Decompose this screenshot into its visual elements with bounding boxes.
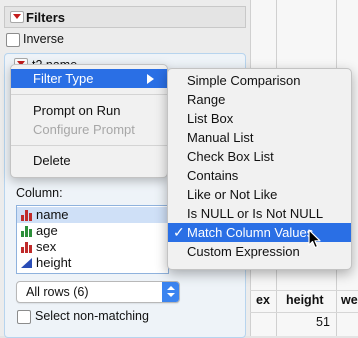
menu-item-label: Match Column Values xyxy=(187,225,314,240)
menu-item-delete[interactable]: Delete xyxy=(11,151,167,170)
menu-item-simple-comparison[interactable]: Simple Comparison xyxy=(168,71,351,90)
menu-item-label: Delete xyxy=(33,153,71,168)
menu-item-label: Filter Type xyxy=(33,71,94,86)
column-list-item[interactable]: age xyxy=(17,223,168,239)
disclosure-triangle-icon[interactable] xyxy=(10,11,24,23)
menu-item-list-box[interactable]: List Box xyxy=(168,109,351,128)
continuous-blue-triangle-icon xyxy=(21,258,32,268)
menu-item-filter-type[interactable]: Filter Type xyxy=(11,69,167,88)
menu-item-match-column-values[interactable]: ✓ Match Column Values xyxy=(168,223,351,242)
bar-chart-red-icon xyxy=(21,209,34,221)
rows-select-value: All rows (6) xyxy=(26,285,89,299)
inverse-label: Inverse xyxy=(23,32,64,46)
select-non-matching-checkbox[interactable] xyxy=(17,310,31,324)
menu-separator xyxy=(11,145,167,146)
menu-separator xyxy=(11,94,167,95)
bar-chart-green-icon xyxy=(21,225,34,237)
select-non-matching-label: Select non-matching xyxy=(35,309,149,323)
menu-item-label: Range xyxy=(187,92,226,107)
table-column-header[interactable]: ex xyxy=(256,293,270,307)
mouse-cursor-icon xyxy=(308,229,321,249)
submenu-arrow-icon xyxy=(147,74,154,84)
column-name: age xyxy=(36,223,58,238)
menu-item-manual-list[interactable]: Manual List xyxy=(168,128,351,147)
menu-item-label: Custom Expression xyxy=(187,244,300,259)
column-label: Column: xyxy=(16,186,63,200)
menu-item-label: Configure Prompt xyxy=(33,122,135,137)
menu-item-check-box-list[interactable]: Check Box List xyxy=(168,147,351,166)
table-column-header[interactable]: height xyxy=(286,293,324,307)
column-list-item[interactable]: height xyxy=(17,255,168,271)
table-grid-line xyxy=(250,290,358,291)
bar-chart-red-icon xyxy=(21,241,34,253)
column-list-item[interactable]: sex xyxy=(17,239,168,255)
menu-item-label: Prompt on Run xyxy=(33,103,121,118)
menu-item-prompt-on-run[interactable]: Prompt on Run xyxy=(11,101,167,120)
menu-item-label: Simple Comparison xyxy=(187,73,301,88)
inverse-checkbox[interactable] xyxy=(6,33,20,47)
filter-type-submenu: Simple Comparison Range List Box Manual … xyxy=(167,68,352,270)
menu-item-custom-expression[interactable]: Custom Expression xyxy=(168,242,351,261)
menu-item-is-null[interactable]: Is NULL or Is Not NULL xyxy=(168,204,351,223)
checkmark-icon: ✓ xyxy=(173,224,185,240)
menu-item-like-or-not-like[interactable]: Like or Not Like xyxy=(168,185,351,204)
menu-item-configure-prompt: Configure Prompt xyxy=(11,120,167,139)
menu-item-label: Check Box List xyxy=(187,149,274,164)
menu-item-label: Is NULL or Is Not NULL xyxy=(187,206,324,221)
table-cell[interactable]: 51 xyxy=(316,315,330,329)
column-name: sex xyxy=(36,239,57,254)
menu-item-range[interactable]: Range xyxy=(168,90,351,109)
column-list-item[interactable]: name xyxy=(17,207,168,223)
menu-item-label: List Box xyxy=(187,111,234,126)
menu-item-label: Manual List xyxy=(187,130,254,145)
table-grid-line xyxy=(250,312,358,313)
column-name: height xyxy=(36,255,72,270)
menu-item-label: Contains xyxy=(187,168,239,183)
rows-select[interactable]: All rows (6) xyxy=(16,281,180,303)
menu-item-contains[interactable]: Contains xyxy=(168,166,351,185)
column-list[interactable]: name age sex height xyxy=(16,205,169,274)
filters-title: Filters xyxy=(26,10,66,25)
filter-context-menu: Filter Type Prompt on Run Configure Prom… xyxy=(10,64,168,178)
select-stepper-icon xyxy=(162,282,179,302)
column-name: name xyxy=(36,207,69,222)
table-column-header[interactable]: we xyxy=(341,293,358,307)
menu-item-label: Like or Not Like xyxy=(187,187,278,202)
